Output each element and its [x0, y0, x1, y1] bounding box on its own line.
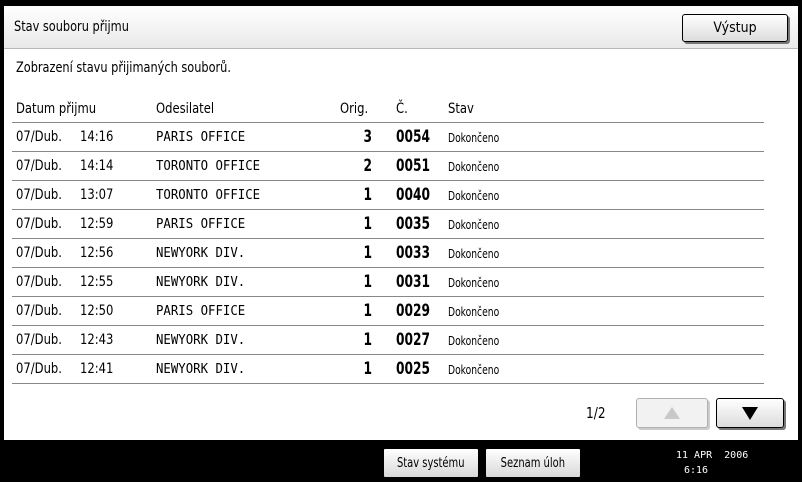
- main-panel: Stav souboru přijmu Výstup Zobrazení sta…: [4, 6, 798, 440]
- row-time: 12:56: [80, 245, 114, 261]
- table-row[interactable]: 07/Dub. 12:59 PARIS OFFICE 1 0035 Dokončeno: [12, 209, 764, 238]
- row-sender: PARIS OFFICE: [156, 217, 246, 232]
- column-header-status: Stav: [448, 101, 474, 117]
- row-date: 07/Dub.: [16, 245, 62, 261]
- table-row[interactable]: 07/Dub. 12:56 NEWYORK DIV. 1 0033 Dokončeno: [12, 238, 764, 267]
- row-date: 07/Dub.: [16, 303, 62, 319]
- triangle-up-icon: [664, 407, 680, 419]
- row-status: Dokončeno: [448, 276, 500, 290]
- row-orig-count: 1: [363, 272, 372, 292]
- row-file-number: 0033: [396, 243, 431, 263]
- clock-time: 6:16: [684, 465, 709, 476]
- row-time: 12:43: [80, 332, 114, 348]
- row-file-number: 0035: [396, 214, 431, 234]
- row-date: 07/Dub.: [16, 274, 62, 290]
- job-list-button[interactable]: Seznam úloh: [485, 448, 581, 478]
- row-file-number: 0040: [396, 185, 431, 205]
- row-status: Dokončeno: [448, 334, 500, 348]
- page-title: Stav souboru přijmu: [14, 19, 129, 35]
- row-file-number: 0054: [396, 127, 431, 147]
- clock: 11 APR 2006 6:16: [676, 448, 748, 478]
- system-status-label: Stav systému: [397, 455, 465, 471]
- row-orig-count: 1: [363, 214, 372, 234]
- row-orig-count: 1: [363, 185, 372, 205]
- exit-button-label: Výstup: [713, 20, 757, 36]
- column-header-date: Datum přijmu: [16, 101, 97, 117]
- row-date: 07/Dub.: [16, 216, 62, 232]
- row-time: 12:41: [80, 361, 114, 377]
- table-row[interactable]: 07/Dub. 14:16 PARIS OFFICE 3 0054 Dokončeno: [12, 122, 764, 151]
- system-status-button[interactable]: Stav systému: [383, 448, 479, 478]
- row-status: Dokončeno: [448, 160, 500, 174]
- clock-date: 11 APR 2006: [676, 450, 749, 461]
- row-sender: PARIS OFFICE: [156, 130, 246, 145]
- row-file-number: 0025: [396, 359, 431, 379]
- row-file-number: 0051: [396, 156, 431, 176]
- column-header-number: Č.: [396, 101, 408, 117]
- row-date: 07/Dub.: [16, 158, 62, 174]
- header-bar: Stav souboru přijmu Výstup: [4, 6, 798, 49]
- triangle-down-icon: [742, 406, 758, 420]
- row-file-number: 0029: [396, 301, 431, 321]
- scroll-up-button[interactable]: [636, 398, 708, 428]
- table-row[interactable]: 07/Dub. 14:14 TORONTO OFFICE 2 0051 Dokončeno: [12, 151, 764, 180]
- row-time: 14:14: [80, 158, 114, 174]
- table-row[interactable]: 07/Dub. 13:07 TORONTO OFFICE 1 0040 Dokončeno: [12, 180, 764, 209]
- table-row[interactable]: 07/Dub. 12:41 NEWYORK DIV. 1 0025 Dokončeno: [12, 354, 764, 384]
- row-date: 07/Dub.: [16, 361, 62, 377]
- row-orig-count: 1: [363, 330, 372, 350]
- row-time: 14:16: [80, 129, 114, 145]
- row-sender: NEWYORK DIV.: [156, 275, 246, 290]
- exit-button[interactable]: Výstup: [682, 14, 788, 42]
- page-indicator: 1/2: [586, 404, 606, 422]
- row-sender: NEWYORK DIV.: [156, 333, 246, 348]
- row-status: Dokončeno: [448, 131, 500, 145]
- row-date: 07/Dub.: [16, 187, 62, 203]
- row-status: Dokončeno: [448, 189, 500, 203]
- row-orig-count: 2: [363, 156, 372, 176]
- row-status: Dokončeno: [448, 363, 500, 377]
- table-row[interactable]: 07/Dub. 12:50 PARIS OFFICE 1 0029 Dokončeno: [12, 296, 764, 325]
- table-row[interactable]: 07/Dub. 12:43 NEWYORK DIV. 1 0027 Dokončeno: [12, 325, 764, 354]
- scroll-down-button[interactable]: [716, 398, 784, 428]
- row-sender: NEWYORK DIV.: [156, 246, 246, 261]
- row-status: Dokončeno: [448, 218, 500, 232]
- row-sender: TORONTO OFFICE: [156, 188, 261, 203]
- row-sender: PARIS OFFICE: [156, 304, 246, 319]
- row-orig-count: 1: [363, 301, 372, 321]
- row-sender: NEWYORK DIV.: [156, 362, 246, 377]
- row-orig-count: 1: [363, 243, 372, 263]
- description-text: Zobrazení stavu přijimaných souborů.: [16, 60, 231, 76]
- row-file-number: 0027: [396, 330, 431, 350]
- row-time: 12:59: [80, 216, 114, 232]
- row-sender: TORONTO OFFICE: [156, 159, 261, 174]
- column-header-orig: Orig.: [340, 101, 369, 117]
- received-files-table: 07/Dub. 14:16 PARIS OFFICE 3 0054 Dokončeno 07…: [12, 122, 764, 384]
- row-status: Dokončeno: [448, 247, 500, 261]
- row-time: 12:55: [80, 274, 114, 290]
- row-orig-count: 1: [363, 359, 372, 379]
- row-date: 07/Dub.: [16, 129, 62, 145]
- job-list-label: Seznam úloh: [500, 455, 566, 471]
- row-time: 12:50: [80, 303, 114, 319]
- row-time: 13:07: [80, 187, 114, 203]
- row-file-number: 0031: [396, 272, 431, 292]
- column-header-sender: Odesilatel: [156, 101, 215, 117]
- table-row[interactable]: 07/Dub. 12:55 NEWYORK DIV. 1 0031 Dokončeno: [12, 267, 764, 296]
- row-orig-count: 3: [363, 127, 372, 147]
- row-status: Dokončeno: [448, 305, 500, 319]
- row-date: 07/Dub.: [16, 332, 62, 348]
